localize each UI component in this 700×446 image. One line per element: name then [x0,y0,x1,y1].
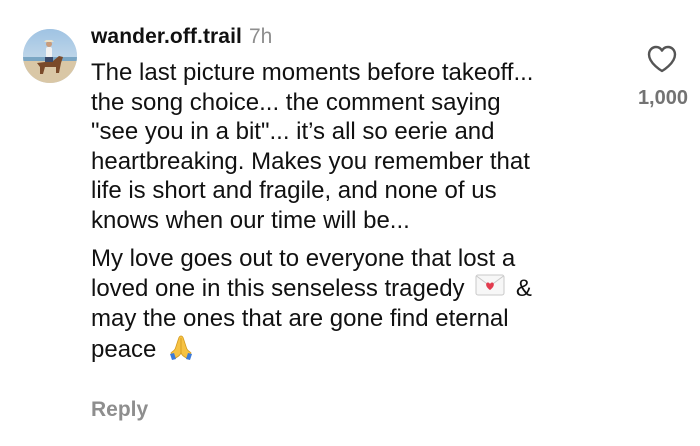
text-line: My love goes out to everyone that lost a [91,245,516,272]
text-line: heartbreaking. Makes you remember that [91,147,530,175]
folded-hands-emoji [167,333,195,369]
comment-text: The last picture moments before takeoff.… [91,58,611,369]
text-line: life is short and fragile, and none of u… [91,177,497,204]
comment-header: wander.off.trail 7h [91,25,272,53]
love-letter-emoji [475,274,505,304]
text-line: the song choice... the comment saying [91,88,501,116]
avatar-image [23,29,77,83]
avatar[interactable] [23,29,77,83]
text-line: "see you in a bit"... it’s all so eerie … [91,118,495,145]
like-count[interactable]: 1,000 [610,87,692,110]
text-segment: peace [91,336,157,364]
text-line: knows when our time will be... [91,206,410,234]
reply-button[interactable]: Reply [91,398,148,422]
like-column: 1,000 [610,44,692,110]
text-line: peace [91,333,611,369]
text-line: may the ones that are gone find eternal [91,304,509,332]
comment: wander.off.trail 7h The last picture mom… [0,0,700,446]
text-segment: loved one in this senseless tragedy [91,274,465,302]
timestamp: 7h [248,25,273,48]
username[interactable]: wander.off.trail [91,25,242,49]
text-segment: & [515,274,532,302]
text-line: loved one in this senseless tragedy & [91,274,611,304]
text-line: The last picture moments before takeoff.… [91,59,534,86]
heart-outline-icon[interactable] [646,44,678,74]
